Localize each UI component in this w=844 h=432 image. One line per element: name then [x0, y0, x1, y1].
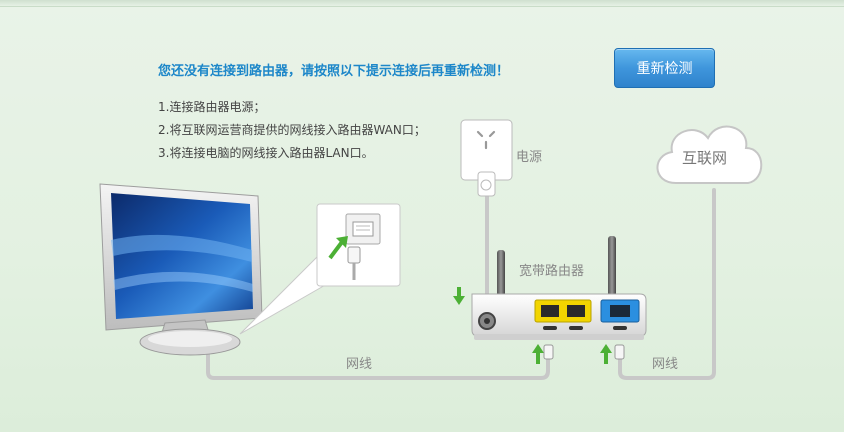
wan-cable [618, 188, 716, 380]
ethernet-port-icon [345, 213, 381, 245]
lan-cable [206, 336, 550, 380]
cable-label-right: 网线 [652, 357, 679, 372]
wan-arrow-icon [600, 344, 612, 364]
antenna-left [497, 250, 505, 296]
power-arrow-icon [453, 287, 465, 305]
power-adapter-icon [460, 119, 513, 197]
wan-plug-icon [614, 344, 625, 360]
lan-arrow-icon [532, 344, 544, 364]
connection-diagram [99, 119, 763, 380]
router-icon [471, 236, 647, 340]
lan-plug-icon [543, 344, 554, 360]
power-label: 电源 [516, 150, 543, 165]
computer-monitor-icon [99, 183, 263, 356]
router-label: 宽带路由器 [519, 264, 585, 279]
internet-label: 互联网 [682, 149, 728, 167]
antenna-right [608, 236, 616, 296]
lan-port-callout [239, 203, 401, 335]
cable-lines [206, 183, 716, 380]
power-socket-icon [478, 312, 496, 330]
cable-label-left: 网线 [346, 357, 373, 372]
